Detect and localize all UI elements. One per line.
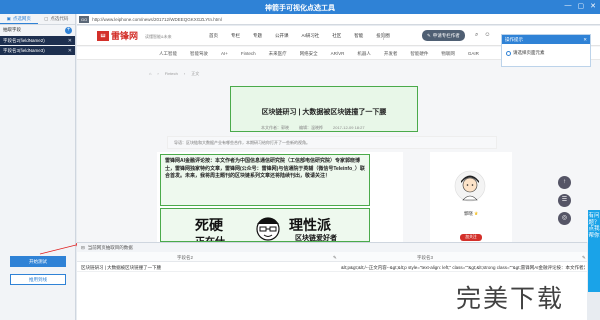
category-item[interactable]: 智能驾驶 [190, 51, 208, 57]
share-icon[interactable]: ◎ [558, 212, 571, 225]
nav-item[interactable]: 专栏 [231, 33, 240, 39]
poster-text-right: 理性派 [289, 217, 331, 233]
category-item[interactable]: 智能硬件 [410, 51, 428, 57]
app-title: 神箭手可视化点选工具 [265, 5, 335, 12]
category-item[interactable]: 人工智能 [159, 51, 177, 57]
data-icon: ⊟ [81, 244, 85, 250]
home-icon[interactable]: ⌂ [149, 71, 151, 77]
deploy-button[interactable]: 推用到线 [10, 274, 66, 285]
tip-text: 请选择页面元素 [513, 50, 545, 55]
logo-mark: ꟺ [97, 30, 109, 41]
edit-icon[interactable]: ✎ [333, 255, 337, 261]
menu-icon[interactable]: ☰ [558, 194, 571, 207]
field-item[interactable]: 字段名2(fieldName2) ✕ [0, 36, 75, 45]
nav-item[interactable]: 社区 [332, 33, 341, 39]
table-row[interactable]: 区块链研习 | 大数据被区块链撞了一下腰 &lt;p&gt;&lt;/--正文内… [77, 262, 587, 272]
poster-text-left: 死硬 [195, 217, 223, 233]
nav-item[interactable]: AI研习社 [302, 33, 320, 39]
tip-title: 操作提示 [505, 36, 523, 42]
close-icon[interactable]: ✕ [583, 37, 587, 43]
close-icon[interactable]: ✕ [590, 2, 596, 10]
cartoon-face-icon [256, 217, 280, 241]
cursor-icon: ▣ [6, 15, 11, 21]
scroll-top-icon[interactable]: ↑ [558, 176, 571, 189]
author-name: 郭晓 ♛ [463, 211, 479, 216]
article-image[interactable]: 死硬 正在什 理性派 区块链爱好者 [160, 208, 370, 242]
article-summary: 导语：区块链和大数据产业有哪些合作，本期研习给你打开了一些新的视角。 [167, 136, 497, 149]
poster-text-left-2: 正在什 [195, 233, 225, 241]
start-test-button[interactable]: 开始测试 [10, 256, 66, 267]
site-nav: 首页 专栏 专题 公开课 AI研习社 社区 智能 投资圈 [209, 33, 390, 39]
url-bar: GO http://www.leiphone.com/news/201712/W… [77, 14, 600, 25]
article-intro[interactable]: 雷锋网AI金融评论按：本文作者为中国信息通信研究院（工信部电信研究院）专家郭晓博… [160, 154, 370, 206]
edit-icon[interactable]: ✎ [582, 255, 586, 261]
site-slogan: 读懂智能&未来 [145, 34, 172, 39]
article-content: 雷锋网AI金融评论按：本文作者为中国信息通信研究院（工信部电信研究院）专家郭晓博… [157, 152, 403, 242]
category-item[interactable]: AI+ [221, 51, 228, 57]
article-meta: 本文作者：郭晓 编辑：温晓桦 2017-12-09 18:27 [261, 125, 365, 131]
url-input[interactable]: http://www.leiphone.com/news/201712/WDEE… [92, 17, 221, 22]
delete-icon[interactable]: ✕ [68, 38, 72, 44]
operation-tip: 操作提示 ✕ 请选择页面元素 [501, 34, 591, 67]
add-field-button[interactable]: + [65, 26, 72, 34]
category-item[interactable]: AR/VR [331, 51, 345, 57]
breadcrumb-item: 正文 [191, 71, 200, 76]
avatar[interactable] [454, 170, 486, 202]
floating-tools: ↑ ☰ ◎ [558, 176, 571, 225]
follow-button[interactable]: 加关注 [460, 234, 482, 241]
breadcrumb-item[interactable]: Fintech [165, 71, 178, 77]
nav-item[interactable]: 智能 [354, 33, 363, 39]
table-header: 字段名2 ✎ 字段名3 ✎ [77, 252, 587, 262]
field-item[interactable]: 字段名3(fieldName3) ✕ [0, 46, 75, 55]
delete-icon[interactable]: ✕ [68, 48, 72, 54]
author-card: 郭晓 ♛ 加关注 [430, 152, 512, 242]
nav-item[interactable]: 专题 [253, 33, 262, 39]
article-editor: 编辑：温晓桦 [299, 125, 323, 130]
watermark: 完美下载 [456, 285, 565, 313]
divider [383, 32, 384, 40]
category-item[interactable]: 未来医疗 [269, 51, 287, 57]
field-label: 字段名2(fieldName2) [3, 37, 45, 43]
category-item[interactable]: 物联网 [441, 51, 455, 57]
article-date: 2017-12-09 18:27 [333, 125, 365, 130]
minimize-icon[interactable]: — [565, 2, 572, 10]
tree-title: 抽取字段 [3, 27, 21, 32]
code-icon: ▢ [44, 16, 49, 21]
column-header: 字段名2 [177, 255, 194, 260]
maximize-icon[interactable]: ▢ [578, 2, 585, 10]
panel-title: 当前网页抽取目的数据 [87, 244, 133, 250]
tab-select-code[interactable]: ▢ 点选代码 [38, 14, 76, 24]
table-cell: 区块链研习 | 大数据被区块链撞了一下腰 [81, 265, 162, 270]
table-cell: &lt;p&gt;&lt;/--正文内容--&gt;&lt;p style="t… [341, 265, 585, 270]
logo-name: 雷锋网 [111, 31, 139, 41]
category-item[interactable]: Fintech [241, 51, 256, 57]
nav-item[interactable]: 首页 [209, 33, 218, 39]
help-side-tab[interactable]: 有问题？点我帮你 [588, 210, 600, 292]
pen-icon: ✎ [427, 32, 431, 38]
go-button[interactable]: GO [79, 15, 90, 23]
column-header: 字段名3 [417, 255, 434, 260]
publish-button[interactable]: ✎ 申请专栏作者 [422, 30, 465, 41]
category-item[interactable]: 网络安全 [300, 51, 318, 57]
article-author: 本文作者：郭晓 [261, 125, 289, 130]
tree-header: 抽取字段 + [0, 25, 75, 35]
user-icon[interactable]: ☺ [484, 32, 490, 39]
category-item[interactable]: GAIR [468, 51, 479, 57]
nav-item[interactable]: 公开课 [275, 33, 289, 39]
tab-select-page[interactable]: ▣ 点选网页 [0, 14, 38, 24]
field-label: 字段名3(fieldName3) [3, 47, 45, 53]
radio-icon [506, 50, 511, 56]
poster-text-right-2: 区块链爱好者 [295, 235, 337, 242]
site-logo[interactable]: ꟺ 雷锋网 [97, 29, 138, 42]
category-item[interactable]: 机器人 [357, 51, 371, 57]
breadcrumb: ⌂ › Fintech › 正文 [149, 71, 200, 77]
article-title: 区块链研习 | 大数据被区块链撞了一下腰 [261, 109, 387, 116]
search-icon[interactable]: ⌕ [475, 32, 478, 39]
title-bar: 神箭手可视化点选工具 — ▢ ✕ [0, 0, 600, 14]
category-item[interactable]: 开发者 [384, 51, 398, 57]
